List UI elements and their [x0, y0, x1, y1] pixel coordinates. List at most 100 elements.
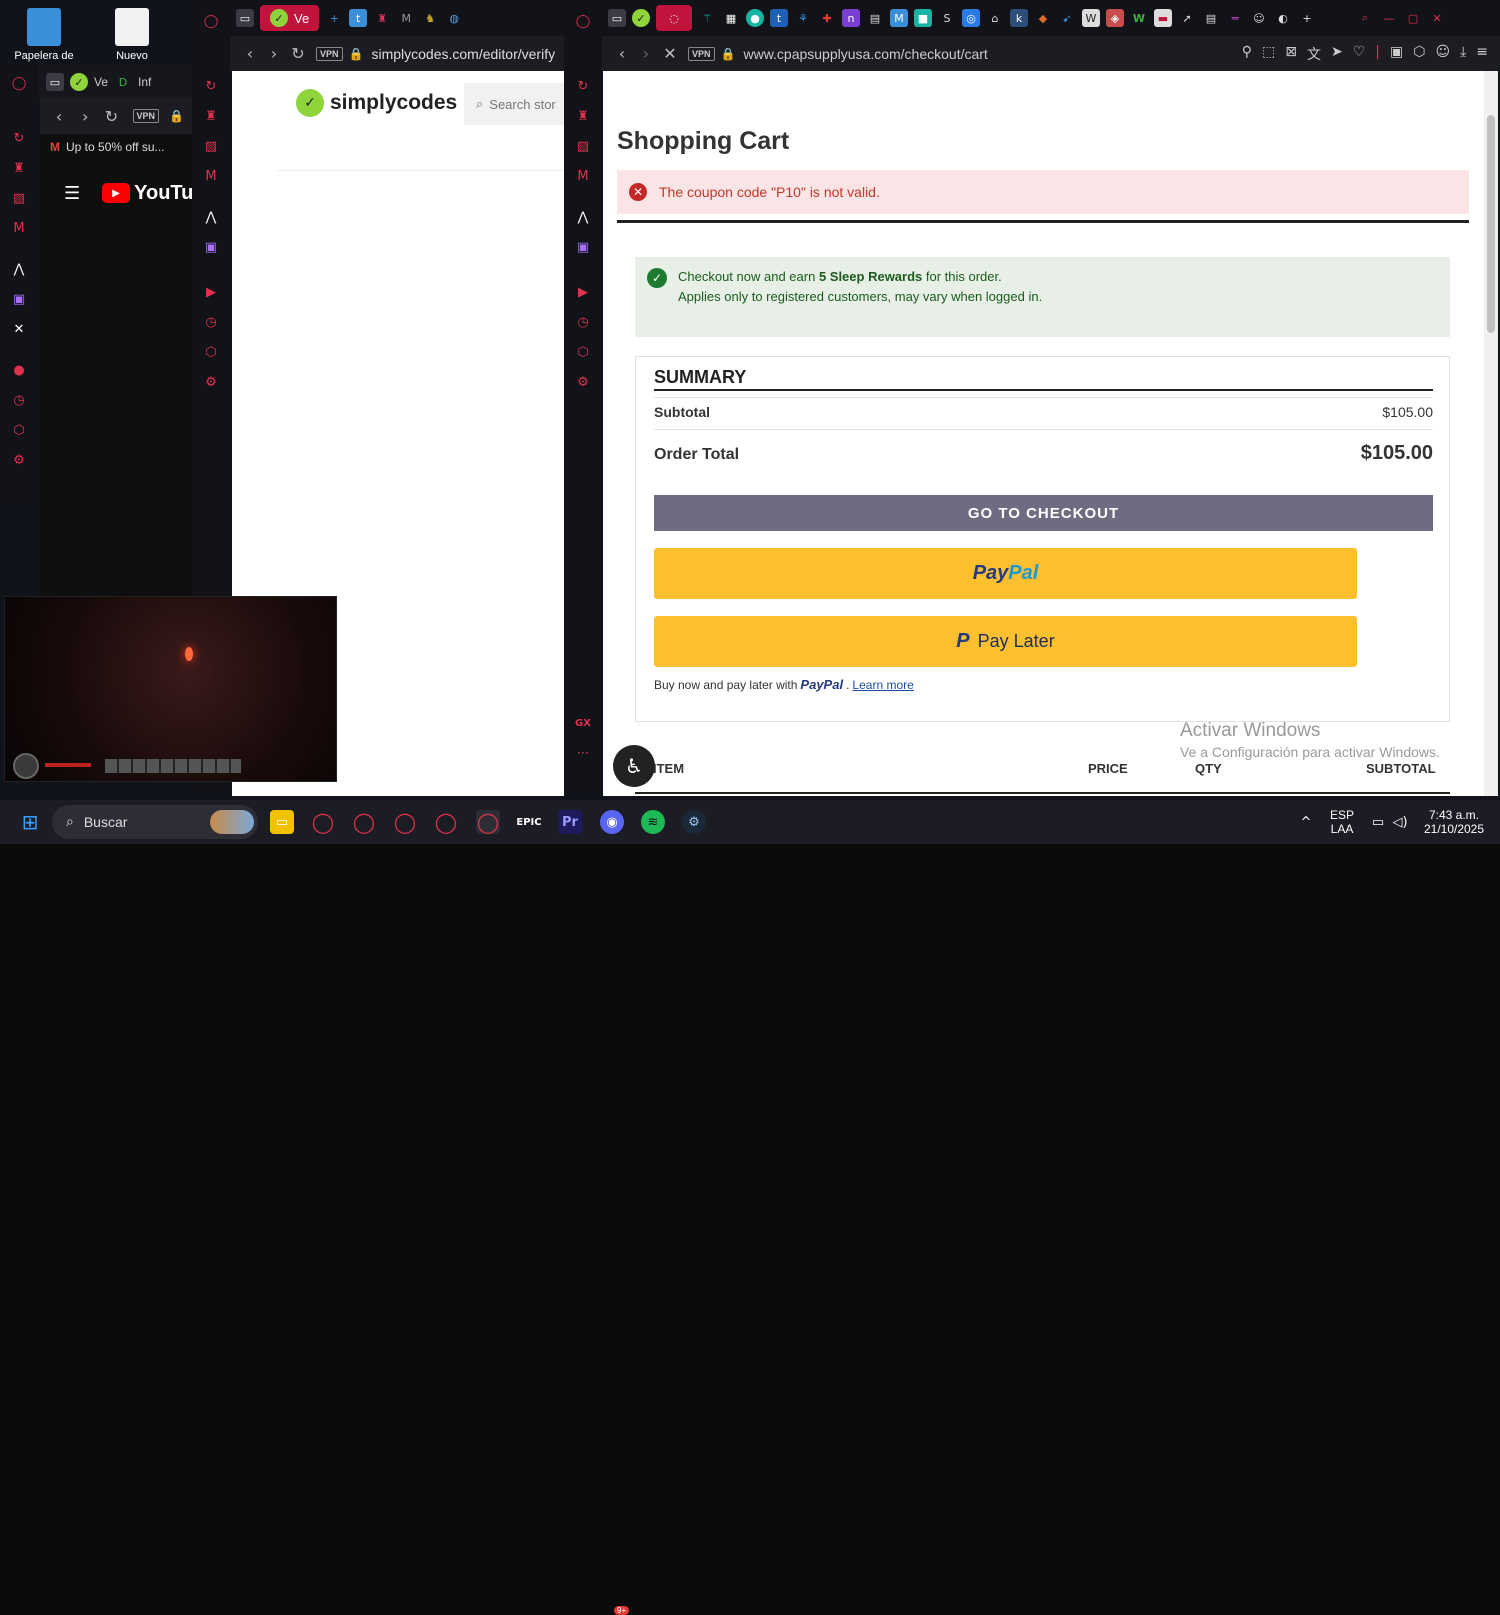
extensions-icon[interactable]: ⬡	[9, 420, 29, 440]
vpn-badge[interactable]: VPN	[688, 46, 715, 61]
opera-gx-taskbar-icon[interactable]: ◯	[352, 810, 376, 834]
tab-icon[interactable]: ▬	[1154, 9, 1172, 27]
tab-icon[interactable]: ♜	[373, 9, 391, 27]
tab-icon[interactable]: ▦	[722, 9, 740, 27]
tab-icon[interactable]: +	[325, 9, 343, 27]
opera-gx-taskbar-icon[interactable]: ◯	[434, 810, 458, 834]
accessibility-icon[interactable]: ♿	[613, 745, 655, 787]
mail-icon[interactable]: M	[9, 218, 29, 238]
tab-icon[interactable]: ▤	[866, 9, 884, 27]
minimize-icon[interactable]: —	[1380, 9, 1398, 27]
tab-icon[interactable]: ▤	[1202, 9, 1220, 27]
easy-setup-icon[interactable]: ≡	[1476, 44, 1488, 64]
right-url[interactable]: www.cpapsupplyusa.com/checkout/cart	[743, 46, 987, 62]
opera-gx-taskbar-icon[interactable]: ◯	[311, 810, 335, 834]
speed-dial-icon[interactable]: ↻	[201, 76, 221, 96]
clock[interactable]: 7:43 a.m. 21/10/2025	[1418, 808, 1490, 836]
tab-icon[interactable]: ⌂	[986, 9, 1004, 27]
menu-icon[interactable]: ☰	[64, 183, 80, 204]
bookmark-heart-icon[interactable]: ♡	[1353, 44, 1366, 64]
gx-icon[interactable]: GX	[573, 713, 593, 733]
aria-icon[interactable]: ♜	[9, 158, 29, 178]
tab-icon[interactable]: ✚	[818, 9, 836, 27]
learn-more-link[interactable]: Learn more	[852, 678, 913, 692]
simplycodes-tab-icon[interactable]: ✓	[632, 9, 650, 27]
back-icon[interactable]: ‹	[238, 44, 262, 63]
tab-icon[interactable]: n	[842, 9, 860, 27]
paypal-button[interactable]: PayPal	[654, 548, 1357, 599]
epic-games-icon[interactable]: EPIC	[516, 810, 541, 834]
discord-icon[interactable]: ◉	[600, 810, 624, 834]
new-file-icon[interactable]: Nuevo	[102, 8, 162, 62]
extensions-icon[interactable]: ⬡	[1413, 44, 1425, 64]
tab-icon[interactable]: ◆	[1034, 9, 1052, 27]
volume-icon[interactable]: ◁)	[1388, 810, 1412, 834]
search-tabs-icon[interactable]: ⌕	[1356, 9, 1374, 27]
scrollbar-thumb[interactable]	[1487, 115, 1495, 333]
search-input[interactable]: ⌕ Search stor	[464, 83, 574, 125]
crypto-wallet-icon[interactable]: ▨	[573, 136, 593, 156]
file-explorer-icon[interactable]: ▭	[270, 810, 294, 834]
download-icon[interactable]: ⤓	[1460, 44, 1466, 64]
tab-icon[interactable]: W	[1082, 9, 1100, 27]
go-to-checkout-button[interactable]: GO TO CHECKOUT	[654, 495, 1433, 531]
pin-icon[interactable]: ⚲	[1242, 44, 1252, 64]
spotify-icon[interactable]: ●	[9, 360, 29, 380]
tab-icon[interactable]: ➚	[1178, 9, 1196, 27]
tab-icon[interactable]: k	[1010, 9, 1028, 27]
extensions-icon[interactable]: ⬡	[201, 342, 221, 362]
speed-dial-icon[interactable]: ↻	[9, 128, 29, 148]
crypto-wallet-icon[interactable]: ▨	[201, 136, 221, 156]
steam-icon[interactable]: ⚙	[682, 810, 706, 834]
aria-app-icon[interactable]: ⋀	[201, 207, 221, 227]
aria-icon[interactable]: ♜	[573, 106, 593, 126]
aria-icon[interactable]: ♜	[201, 106, 221, 126]
maximize-icon[interactable]: ▢	[1404, 9, 1422, 27]
extensions-icon[interactable]: ⬡	[573, 342, 593, 362]
more-icon[interactable]: ⋯	[573, 743, 593, 763]
page-scrollbar[interactable]	[1484, 71, 1498, 796]
new-tab-icon[interactable]: +	[1298, 9, 1316, 27]
tab-2-icon[interactable]: D	[114, 73, 132, 91]
language-indicator[interactable]: ESP LAA	[1330, 808, 1354, 836]
x-twitter-icon[interactable]: ✕	[9, 319, 29, 339]
forward-icon[interactable]: ›	[634, 44, 658, 63]
snapshot-icon[interactable]: ⬚	[1262, 44, 1275, 64]
pay-later-button[interactable]: P Pay Later	[654, 616, 1357, 667]
back-icon[interactable]: ‹	[48, 107, 70, 126]
player-icon[interactable]: ▶	[573, 282, 593, 302]
vpn-badge[interactable]: VPN	[132, 109, 160, 123]
gx-control-icon[interactable]: ▣	[1390, 44, 1403, 64]
left-tab-1-label[interactable]: Ve	[94, 75, 108, 89]
tab-icon[interactable]: ■	[914, 9, 932, 27]
aria-app-icon[interactable]: ⋀	[573, 207, 593, 227]
tab-icon[interactable]: ═	[1226, 9, 1244, 27]
simplycodes-tab-icon[interactable]: ✓	[70, 73, 88, 91]
opera-icon[interactable]: ◯	[9, 73, 29, 93]
tab-icon[interactable]: ●	[746, 9, 764, 27]
left-tab-2-label[interactable]: Inf	[138, 75, 151, 89]
reload-icon[interactable]: ↻	[100, 107, 122, 126]
opera-icon[interactable]: ◯	[201, 11, 221, 31]
game-video-thumbnail[interactable]	[4, 596, 337, 782]
twitch-icon[interactable]: ▣	[9, 289, 29, 309]
taskbar-search[interactable]: ⌕ Buscar	[52, 805, 258, 839]
left-tab-title[interactable]: Up to 50% off su...	[66, 140, 165, 154]
forward-icon[interactable]: ›	[262, 44, 286, 63]
middle-url[interactable]: simplycodes.com/editor/verify	[371, 46, 555, 62]
tab-icon[interactable]: ➹	[1058, 9, 1076, 27]
tab-icon[interactable]: ☺	[1250, 9, 1268, 27]
history-icon[interactable]: ◷	[201, 312, 221, 332]
send-icon[interactable]: ➤	[1331, 44, 1343, 64]
tab-icon[interactable]: W	[1130, 9, 1148, 27]
vpn-badge[interactable]: VPN	[316, 46, 343, 61]
settings-icon[interactable]: ⚙	[9, 450, 29, 470]
tab-icon[interactable]: ◍	[445, 9, 463, 27]
twitch-icon[interactable]: ▣	[573, 237, 593, 257]
tab-icon[interactable]: ⚘	[794, 9, 812, 27]
history-icon[interactable]: ◷	[9, 390, 29, 410]
reload-icon[interactable]: ↻	[286, 44, 310, 63]
tab-icon[interactable]: ◐	[1274, 9, 1292, 27]
speed-dial-icon[interactable]: ↻	[573, 76, 593, 96]
tab-icon[interactable]: ♞	[421, 9, 439, 27]
